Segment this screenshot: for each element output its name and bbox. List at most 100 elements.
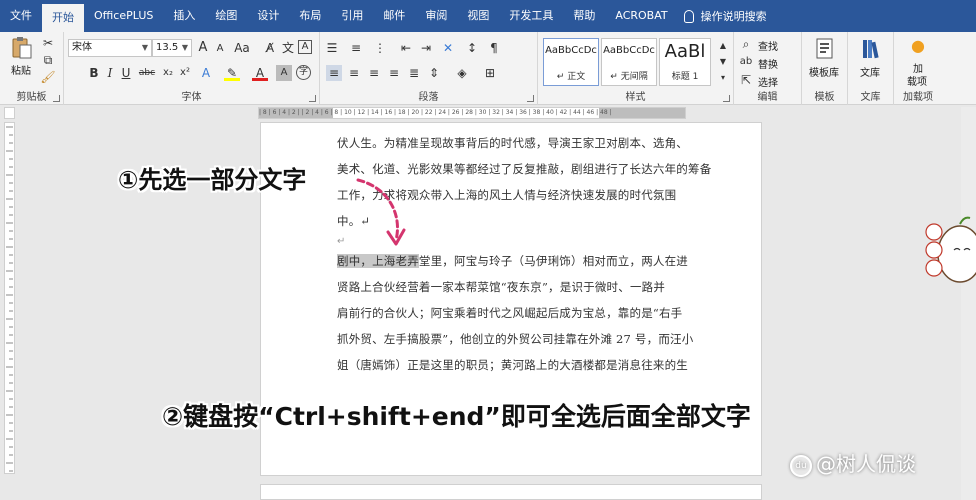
tab-13[interactable]: ACROBAT (605, 0, 677, 32)
border-char-icon[interactable]: A (298, 40, 312, 54)
align-left-icon[interactable]: ≡ (326, 65, 342, 81)
font-size-combo[interactable]: 13.5 ▼ (152, 39, 192, 57)
tab-8[interactable]: 邮件 (373, 0, 415, 32)
vertical-ruler[interactable] (4, 122, 15, 474)
editing-label: 编辑 (757, 92, 778, 103)
paste-button[interactable]: 粘贴 (11, 62, 31, 77)
borders-icon[interactable]: ⊞ (482, 65, 498, 81)
chinese-layout-icon[interactable]: ✕ (440, 40, 456, 56)
horizontal-ruler[interactable]: | 8 | 6 | 4 | 2 | | 2 | 4 | 6 | 8 | 10 |… (258, 107, 686, 119)
strikethrough-button[interactable]: abc (136, 65, 158, 81)
find-button[interactable]: 查找 (758, 38, 778, 53)
italic-button[interactable]: I (102, 65, 118, 81)
find-icon[interactable]: ⌕ (738, 36, 754, 52)
tab-3[interactable]: 插入 (163, 0, 205, 32)
select-icon[interactable]: ⇱ (738, 72, 754, 88)
decrease-indent-icon[interactable]: ⇤ (398, 40, 414, 56)
highlight-color-icon[interactable]: ✎ (224, 65, 240, 81)
font-name-combo[interactable]: 宋体 ▼ (68, 39, 152, 57)
next-document-page[interactable] (260, 484, 762, 500)
vertical-scrollbar[interactable] (961, 107, 976, 500)
replace-button[interactable]: 替换 (758, 56, 778, 71)
watermark-text: @树人侃谈 (816, 452, 916, 476)
paste-icon[interactable] (11, 36, 33, 60)
multilevel-list-icon[interactable]: ⋮ (372, 40, 388, 56)
format-painter-icon[interactable]: 🖌 (40, 69, 56, 85)
paragraph-launcher-icon[interactable] (527, 95, 534, 102)
font-color-icon[interactable]: A (252, 65, 268, 81)
ruler-marks: | 8 | 6 | 4 | 2 | | 2 | 4 | 6 | 8 | 10 |… (259, 109, 612, 116)
font-label: 字体 (181, 92, 202, 103)
styles-scroll-up-icon[interactable]: ▲ (715, 38, 731, 54)
styles-launcher-icon[interactable] (723, 95, 730, 102)
select-button[interactable]: 选择 (758, 74, 778, 89)
doc-line-2: 美术、化道、光影效果等都经过了反复推敲，剧组进行了长达六年的筹备 (337, 162, 712, 176)
bold-button[interactable]: B (86, 65, 102, 81)
copy-icon[interactable]: ⧉ (40, 52, 56, 68)
enclose-char-icon[interactable]: 字 (296, 65, 311, 80)
shading-icon[interactable]: ◈ (454, 65, 470, 81)
bullets-icon[interactable]: ☰ (324, 40, 340, 56)
font-size-value: 13.5 (156, 42, 179, 53)
library-button[interactable]: 文库 (860, 64, 880, 79)
styles-group: AaBbCcDc ↵ 正文 AaBbCcDc ↵ 无间隔 AaBl 标题 1 ▲… (538, 32, 734, 105)
tab-11[interactable]: 开发工具 (499, 0, 563, 32)
text-effects-icon[interactable]: A (198, 65, 214, 81)
phonetic-icon[interactable]: 文 (280, 40, 296, 56)
tab-6[interactable]: 布局 (289, 0, 331, 32)
style-heading1[interactable]: AaBl 标题 1 (659, 38, 711, 86)
tab-5[interactable]: 设计 (247, 0, 289, 32)
addins-group: ● 加 载项 加载项 (894, 32, 942, 105)
library-label: 文库 (860, 92, 881, 103)
change-case-button[interactable]: Aa (231, 40, 253, 56)
ribbon: 粘贴 ✂ ⧉ 🖌 剪贴板 宋体 ▼ 13.5 ▼ A A Aa A̸ 文 A B I… (0, 32, 976, 105)
subscript-button[interactable]: x₂ (160, 65, 176, 81)
replace-icon[interactable]: ab (738, 54, 754, 70)
ruler-corner[interactable] (4, 107, 15, 119)
distributed-icon[interactable]: ≣ (406, 65, 422, 81)
line-spacing-icon[interactable]: ⇕ (426, 65, 442, 81)
selected-text[interactable]: 剧中，上海老弄 (337, 254, 419, 268)
font-launcher-icon[interactable] (309, 95, 316, 102)
addins-icon[interactable]: ● (910, 38, 926, 54)
tab-12[interactable]: 帮助 (563, 0, 605, 32)
underline-button[interactable]: U (118, 65, 134, 81)
style-no-spacing-name: ↵ 无间隔 (610, 72, 648, 82)
tab-10[interactable]: 视图 (457, 0, 499, 32)
tell-me-search[interactable]: 操作说明搜索 (683, 8, 767, 24)
clipboard-launcher-icon[interactable] (53, 95, 60, 102)
library-icon[interactable] (861, 38, 881, 60)
sort-icon[interactable]: ↕ (464, 40, 480, 56)
shrink-font-button[interactable]: A (212, 41, 228, 57)
tab-9[interactable]: 审阅 (415, 0, 457, 32)
style-normal[interactable]: AaBbCcDc ↵ 正文 (543, 38, 599, 86)
superscript-button[interactable]: x² (177, 65, 193, 81)
clear-format-icon[interactable]: A̸ (262, 40, 278, 56)
template-library-button[interactable]: 模板库 (809, 64, 839, 79)
annotation-step-2: ②键盘按“Ctrl+shift+end”即可全选后面全部文字 (162, 402, 751, 431)
addins-button-line2[interactable]: 载项 (907, 73, 927, 88)
styles-more-icon[interactable]: ▾ (715, 70, 731, 86)
tab-1[interactable]: 开始 (42, 4, 84, 32)
char-shading-icon[interactable]: A (276, 65, 292, 81)
style-no-spacing[interactable]: AaBbCcDc ↵ 无间隔 (601, 38, 657, 86)
styles-scroll-down-icon[interactable]: ▼ (715, 54, 731, 70)
numbering-icon[interactable]: ≡ (348, 40, 364, 56)
empty-paragraph-mark: ↵ (337, 236, 346, 247)
tab-4[interactable]: 绘图 (205, 0, 247, 32)
tab-7[interactable]: 引用 (331, 0, 373, 32)
template-library-icon[interactable] (815, 38, 835, 60)
styles-label: 样式 (625, 92, 646, 103)
increase-indent-icon[interactable]: ⇥ (418, 40, 434, 56)
clipboard-group: 粘贴 ✂ ⧉ 🖌 剪贴板 (0, 32, 64, 105)
doc-line-9: 姐（唐嫣饰）正是这里的职员；黄河路上的大酒楼都是消息往来的生 (337, 358, 688, 372)
tab-2[interactable]: OfficePLUS (84, 0, 163, 32)
show-marks-icon[interactable]: ¶ (486, 40, 502, 56)
justify-icon[interactable]: ≡ (386, 65, 402, 81)
align-center-icon[interactable]: ≡ (346, 65, 362, 81)
align-right-icon[interactable]: ≡ (366, 65, 382, 81)
cut-icon[interactable]: ✂ (40, 35, 56, 51)
grow-font-button[interactable]: A (195, 40, 211, 56)
ribbon-tab-bar: 文件 开始 OfficePLUS 插入 绘图 设计 布局 引用 邮件 审阅 视图 开发工具 帮助 ACRO… (0, 0, 976, 32)
tab-0[interactable]: 文件 (0, 0, 42, 32)
